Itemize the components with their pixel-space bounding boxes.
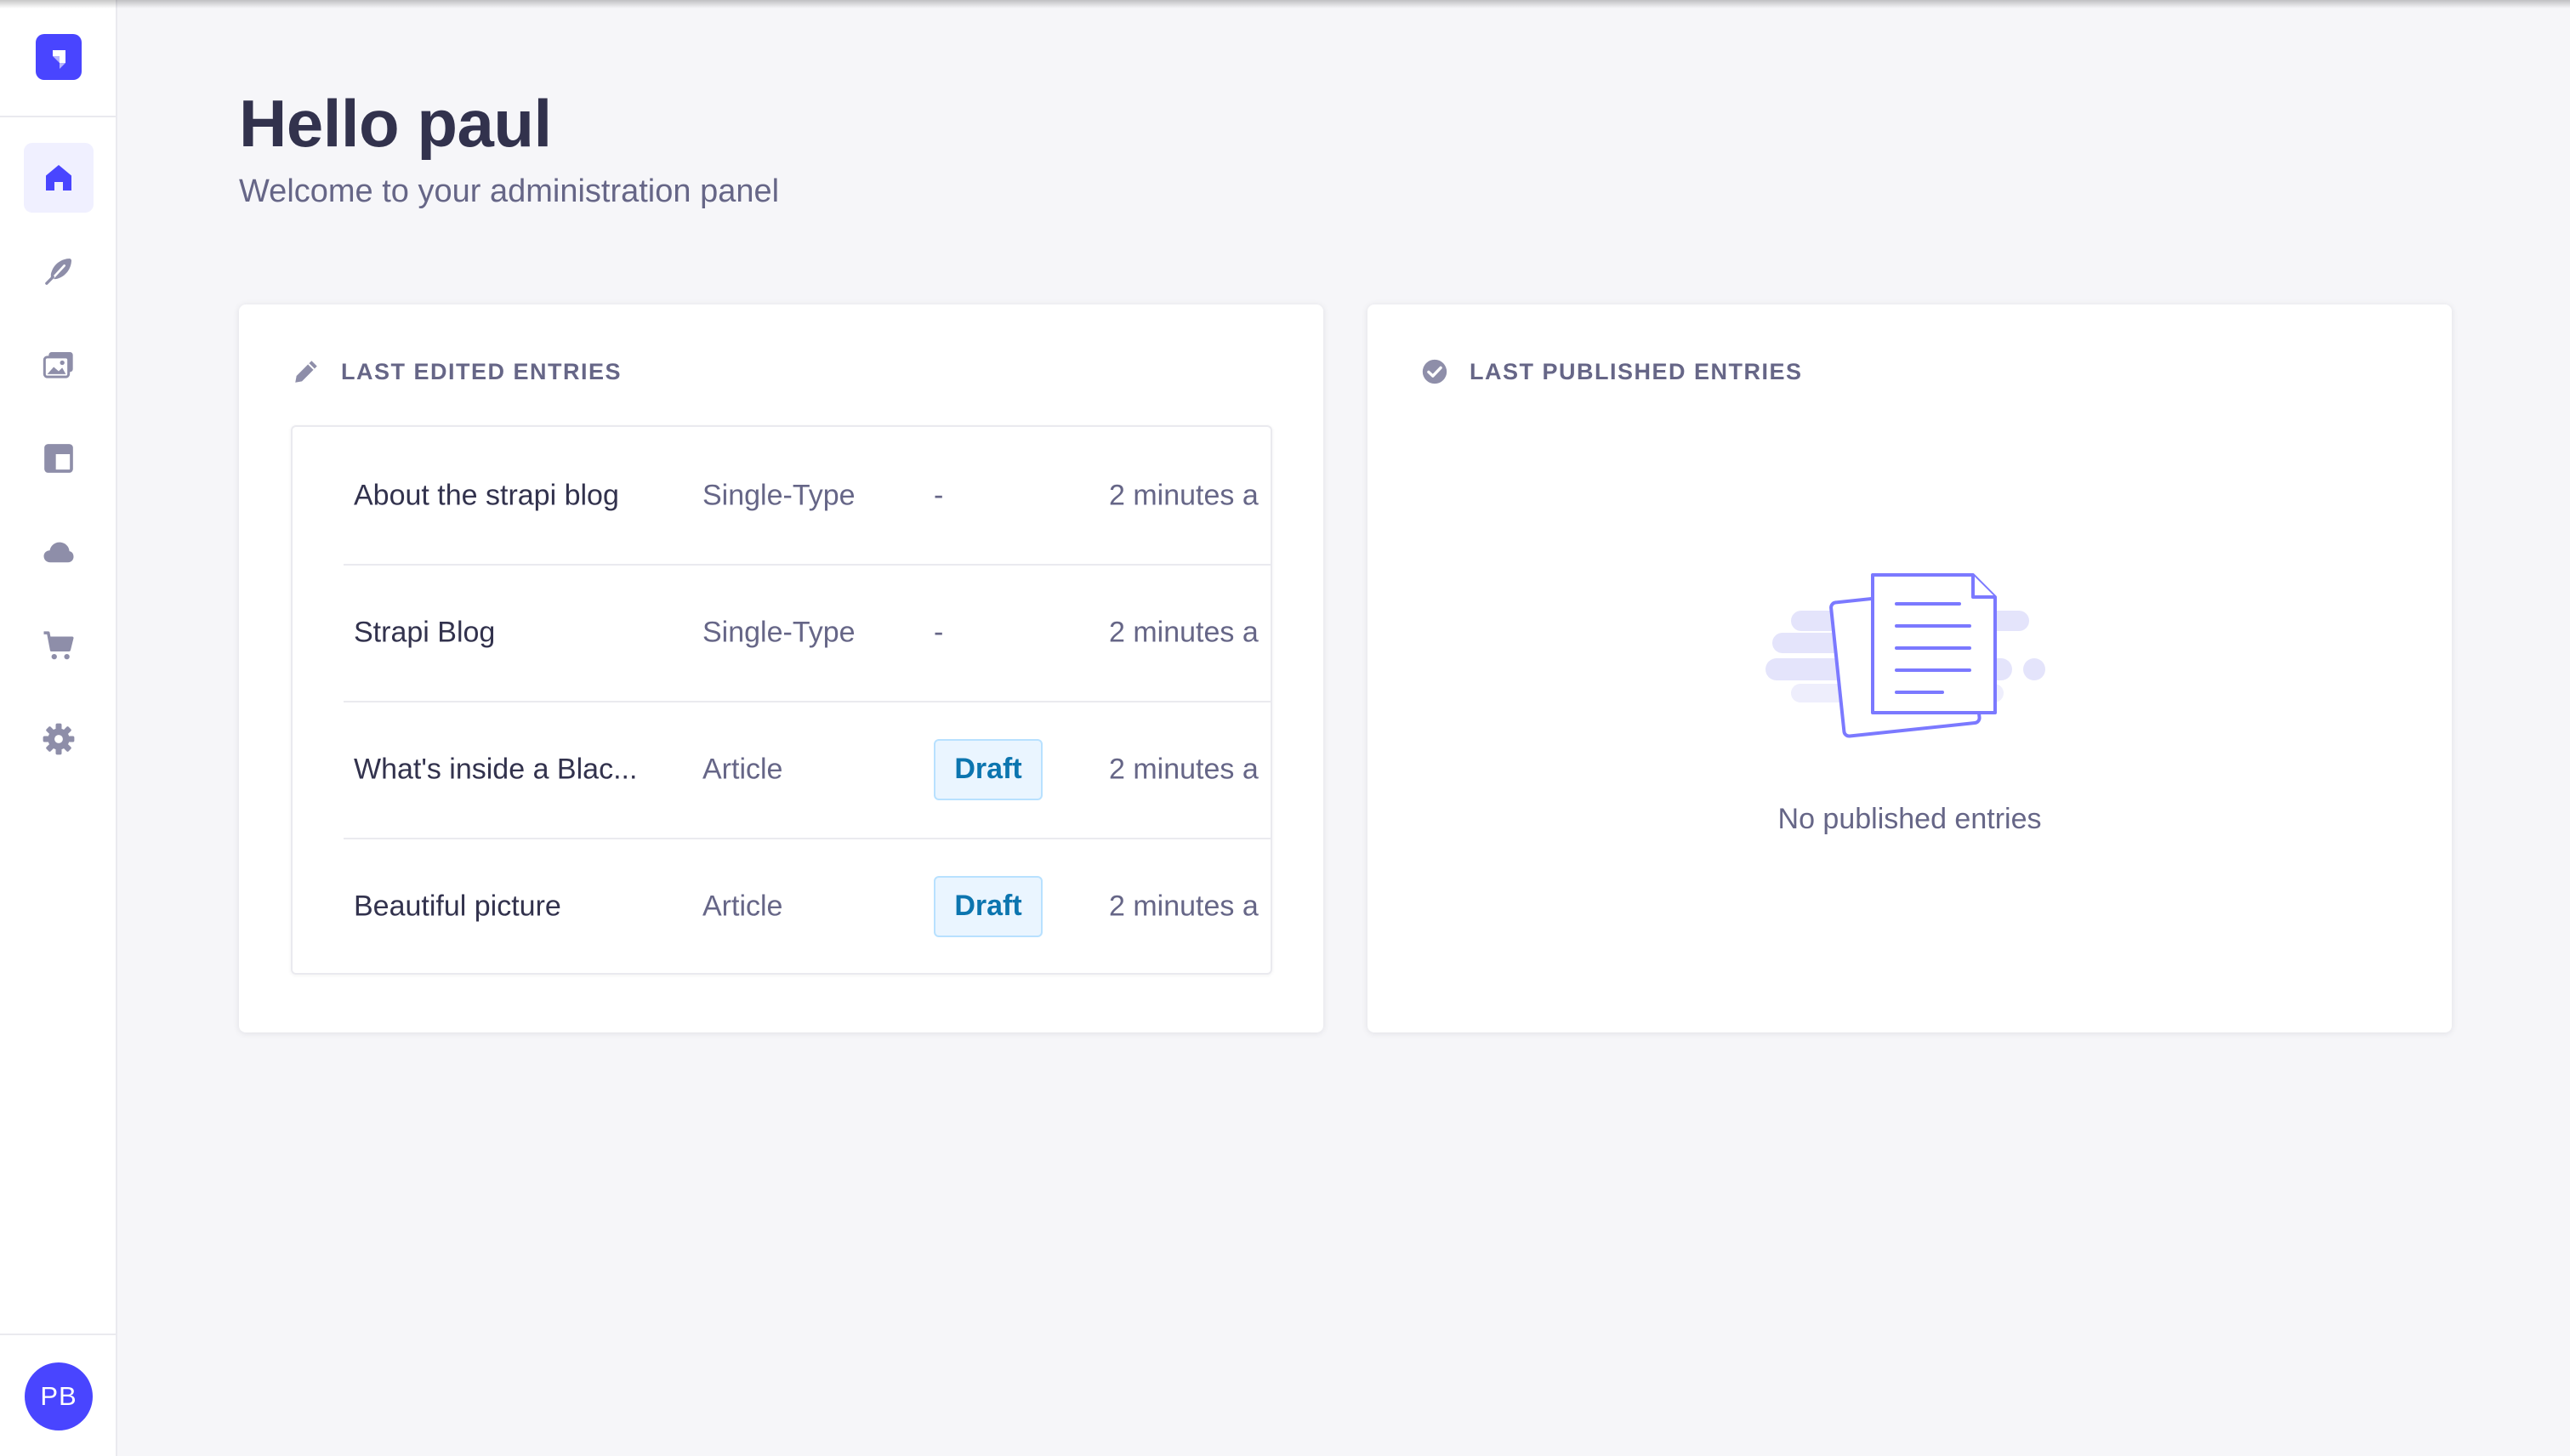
sidebar: PB <box>0 0 117 1456</box>
entry-name: Strapi Blog <box>354 616 496 648</box>
entry-time: 2 minutes a <box>1109 616 1259 648</box>
sidebar-footer: PB <box>0 1334 116 1456</box>
last-published-entries-card: LAST PUBLISHED ENTRIES No published entr… <box>1367 304 2452 1032</box>
avatar[interactable]: PB <box>25 1362 93 1430</box>
entry-name: Beautiful picture <box>354 890 561 922</box>
last-published-header: LAST PUBLISHED ENTRIES <box>1420 357 1803 386</box>
table-row[interactable]: Strapi Blog Single-Type - 2 minutes a <box>344 564 1271 702</box>
layout-icon <box>44 444 73 473</box>
documents-illustration-icon <box>1765 560 2055 759</box>
sidebar-item-plugins[interactable] <box>24 517 94 587</box>
brand <box>0 0 116 117</box>
sidebar-item-content-type-builder[interactable] <box>24 424 94 493</box>
last-edited-header: LAST EDITED ENTRIES <box>292 357 622 386</box>
home-icon <box>46 165 71 191</box>
feather-icon <box>45 259 71 286</box>
images-icon <box>43 352 73 378</box>
cart-icon <box>43 631 74 660</box>
page-title: Hello paul <box>239 86 552 161</box>
top-shadow <box>0 0 2570 9</box>
status-badge: Draft <box>934 875 1043 937</box>
entry-time: 2 minutes a <box>1109 890 1259 922</box>
strapi-logo-icon[interactable] <box>36 34 82 80</box>
table-row[interactable]: Beautiful picture Article Draft 2 minute… <box>344 838 1271 973</box>
sidebar-item-settings[interactable] <box>24 704 94 774</box>
status-badge: Draft <box>934 738 1043 800</box>
table-row[interactable]: About the strapi blog Single-Type - 2 mi… <box>344 427 1271 566</box>
sidebar-item-home[interactable] <box>24 143 94 213</box>
page-subtitle: Welcome to your administration panel <box>239 173 780 209</box>
entry-status: - <box>934 616 944 648</box>
sidebar-item-content-manager[interactable] <box>24 236 94 306</box>
entries-table: About the strapi blog Single-Type - 2 mi… <box>291 425 1272 975</box>
entry-time: 2 minutes a <box>1109 479 1259 511</box>
check-circle-icon <box>1420 357 1449 386</box>
entry-time: 2 minutes a <box>1109 753 1259 785</box>
entry-type: Article <box>702 890 783 922</box>
entry-type: Article <box>702 753 783 785</box>
cloud-icon <box>43 542 74 563</box>
entry-name: About the strapi blog <box>354 479 619 511</box>
gear-icon <box>43 723 75 755</box>
entry-status: - <box>934 479 944 511</box>
entry-name: What's inside a Blac... <box>354 753 638 785</box>
sidebar-item-marketplace[interactable] <box>24 611 94 680</box>
table-row[interactable]: What's inside a Blac... Article Draft 2 … <box>344 701 1271 839</box>
entry-type: Single-Type <box>702 616 856 648</box>
last-edited-entries-card: LAST EDITED ENTRIES About the strapi blo… <box>239 304 1323 1032</box>
last-published-title: LAST PUBLISHED ENTRIES <box>1470 358 1803 384</box>
pencil-icon <box>292 357 321 386</box>
last-edited-title: LAST EDITED ENTRIES <box>341 358 623 384</box>
sidebar-item-media-library[interactable] <box>24 330 94 400</box>
empty-state-text: No published entries <box>1777 803 2042 835</box>
entry-type: Single-Type <box>702 479 856 511</box>
